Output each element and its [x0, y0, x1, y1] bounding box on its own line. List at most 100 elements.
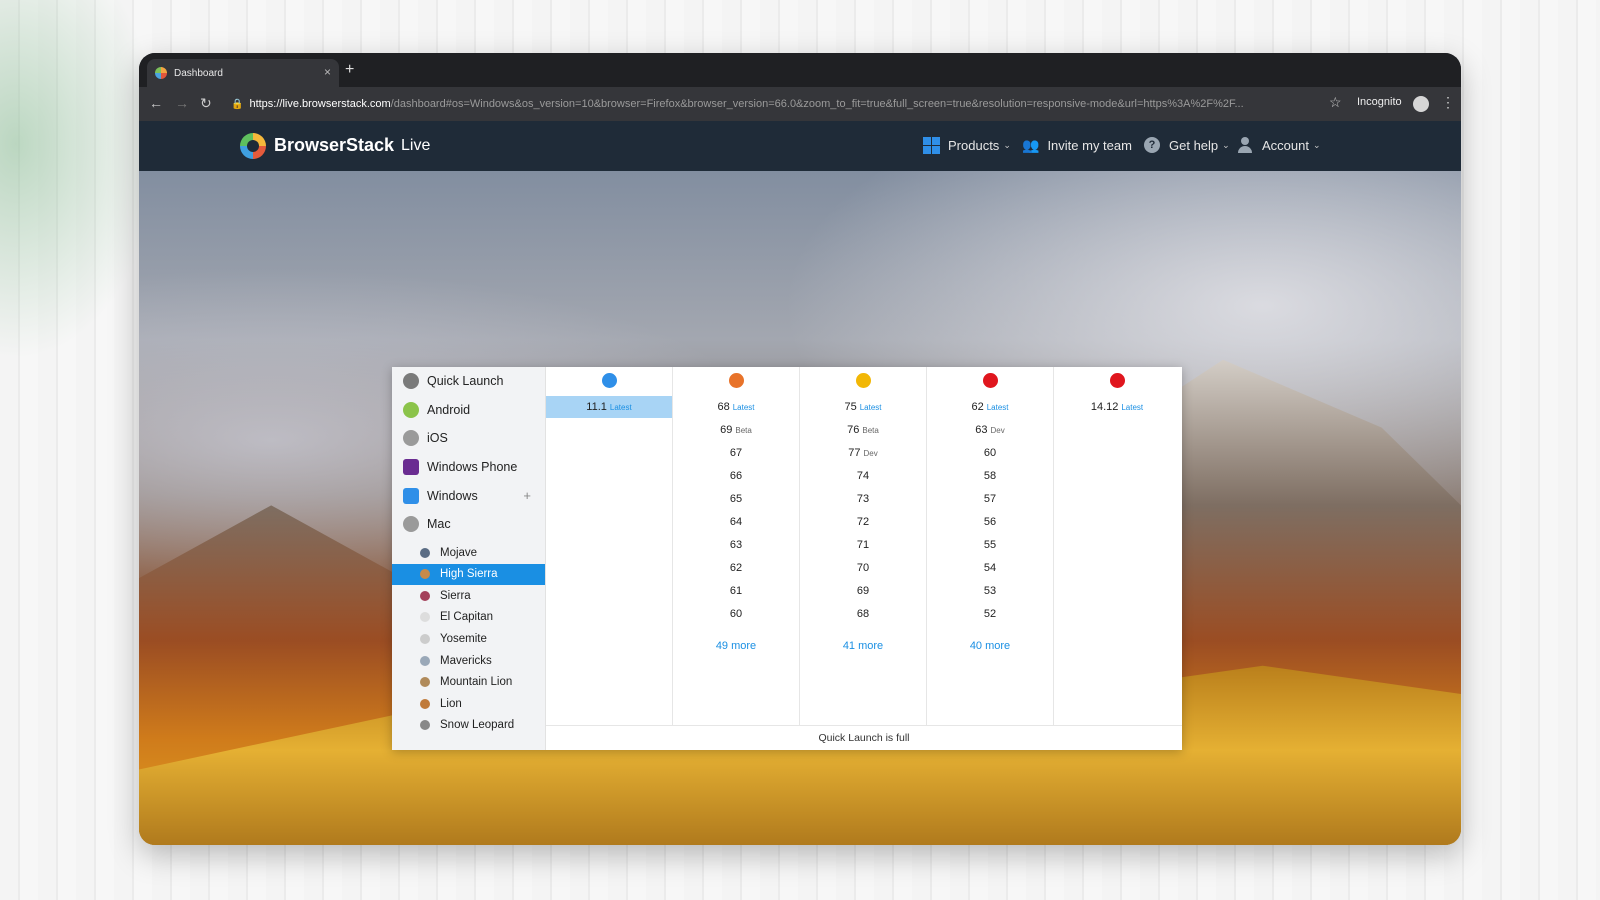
version-tag: Latest [986, 403, 1009, 412]
browser-version-chrome[interactable]: 77 Dev [800, 442, 926, 464]
mac-version-label: Yosemite [440, 632, 487, 645]
mac-version-mountain-lion[interactable]: Mountain Lion [392, 672, 545, 693]
mac-version-mavericks[interactable]: Mavericks [392, 650, 545, 671]
browser-version-chrome[interactable]: 72 [800, 511, 926, 533]
browser-version-chrome[interactable]: 73 [800, 488, 926, 510]
browser-version-firefox[interactable]: 60 [673, 603, 799, 625]
mac-version-high-sierra[interactable]: High Sierra [392, 563, 545, 585]
os-item-label: Android [427, 403, 471, 417]
mac-version-snow-leopard[interactable]: Snow Leopard [392, 715, 545, 736]
os-item-mac[interactable]: Mac [392, 510, 545, 538]
more-versions-link[interactable]: 49 more [673, 640, 799, 652]
bookmark-star-icon[interactable]: ☆ [1329, 94, 1342, 111]
version-number: 67 [729, 447, 743, 459]
version-number: 75 [844, 401, 857, 413]
browser-version-chrome[interactable]: 68 [800, 603, 926, 625]
browser-version-opera[interactable]: 58 [927, 465, 1053, 487]
reload-icon[interactable]: ↻ [200, 95, 212, 112]
browser-version-opera[interactable]: 63 Dev [927, 419, 1053, 441]
browser-version-opera[interactable]: 62 Latest [927, 396, 1053, 418]
nav-help-label: Get help [1169, 137, 1219, 153]
browser-version-opera[interactable]: 60 [927, 442, 1053, 464]
new-tab-button[interactable]: + [345, 61, 354, 79]
browser-version-opera[interactable]: 52 [927, 603, 1053, 625]
browser-version-chrome[interactable]: 76 Beta [800, 419, 926, 441]
browser-version-opera[interactable]: 54 [927, 557, 1053, 579]
browser-version-firefox[interactable]: 61 [673, 580, 799, 602]
nav-account[interactable]: Account ⌄ [1238, 137, 1321, 153]
mac-version-sierra[interactable]: Sierra [392, 585, 545, 606]
browser-version-chrome[interactable]: 74 [800, 465, 926, 487]
browser-version-opera[interactable]: 57 [927, 488, 1053, 510]
browser-version-chrome[interactable]: 71 [800, 534, 926, 556]
version-number: 68 [856, 608, 870, 620]
browser-window: Dashboard × + ← → ↻ 🔒 https://live.browse… [139, 53, 1461, 845]
mac-version-lion[interactable]: Lion [392, 693, 545, 714]
browser-version-firefox[interactable]: 69 Beta [673, 419, 799, 441]
nav-help[interactable]: ? Get help ⌄ [1144, 137, 1230, 153]
nav-products[interactable]: Products ⌄ [923, 137, 1011, 154]
expand-plus-icon[interactable]: + [523, 488, 531, 503]
browser-version-chrome[interactable]: 70 [800, 557, 926, 579]
forward-icon[interactable]: → [175, 95, 189, 111]
version-tag: Latest [609, 403, 632, 412]
user-icon [1238, 137, 1252, 153]
more-versions-link[interactable]: 40 more [927, 640, 1053, 652]
browserstack-logo-icon[interactable] [240, 133, 266, 159]
mac-version-label: Lion [440, 697, 462, 710]
browser-version-opera[interactable]: 53 [927, 580, 1053, 602]
macos-version-icon [420, 547, 430, 558]
version-number: 73 [856, 493, 870, 505]
browser-version-chrome[interactable]: 75 Latest [800, 396, 926, 418]
version-number: 11.1 [586, 401, 607, 413]
url-field[interactable]: 🔒 https://live.browserstack.com/dashboard… [231, 92, 1461, 116]
tab-title: Dashboard [174, 67, 223, 79]
macos-version-icon [420, 677, 430, 688]
mac-version-label: Mountain Lion [440, 676, 513, 689]
url-host: https://live.browserstack.com [249, 98, 391, 110]
incognito-icon[interactable] [1413, 96, 1429, 112]
browser-version-firefox[interactable]: 66 [673, 465, 799, 487]
browser-version-safari[interactable]: 11.1 Latest [546, 396, 672, 418]
windows-icon [403, 488, 419, 504]
browser-version-opera[interactable]: 55 [927, 534, 1053, 556]
version-number: 55 [983, 539, 997, 551]
os-item-android[interactable]: Android [392, 396, 545, 424]
browser-version-firefox[interactable]: 62 [673, 557, 799, 579]
version-number: 60 [983, 447, 997, 459]
more-versions-link[interactable]: 41 more [800, 640, 926, 652]
mac-version-mojave[interactable]: Mojave [392, 542, 545, 563]
browser-version-firefox[interactable]: 65 [673, 488, 799, 510]
browser-menu-icon[interactable]: ⋮ [1441, 94, 1455, 111]
browser-version-firefox[interactable]: 68 Latest [673, 396, 799, 418]
browser-version-firefox[interactable]: 64 [673, 511, 799, 533]
os-item-label: iOS [427, 431, 448, 445]
os-item-quick-launch[interactable]: Quick Launch [392, 367, 545, 395]
version-number: 63 [729, 539, 743, 551]
back-icon[interactable]: ← [149, 95, 163, 111]
version-number: 64 [729, 516, 743, 528]
nav-invite[interactable]: 👥 Invite my team [1022, 137, 1132, 154]
brand-product[interactable]: Live [401, 137, 430, 155]
version-number: 74 [856, 470, 870, 482]
browser-version-yandex[interactable]: 14.12 Latest [1054, 396, 1180, 418]
browserstack-header: BrowserStack Live Products ⌄ 👥 Invite my … [139, 121, 1461, 171]
mac-version-yosemite[interactable]: Yosemite [392, 628, 545, 649]
browser-version-firefox[interactable]: 63 [673, 534, 799, 556]
version-number: 58 [983, 470, 997, 482]
os-item-windows-phone[interactable]: Windows Phone [392, 453, 545, 481]
brand-name[interactable]: BrowserStack [274, 135, 394, 156]
opera-icon [983, 373, 998, 388]
version-tag: Dev [863, 449, 878, 458]
os-item-ios[interactable]: iOS [392, 424, 545, 452]
tab-dashboard[interactable]: Dashboard × [147, 59, 339, 87]
mac-version-el-capitan[interactable]: El Capitan [392, 607, 545, 628]
mac-version-label: Snow Leopard [440, 719, 515, 732]
close-tab-icon[interactable]: × [324, 65, 331, 79]
browser-version-firefox[interactable]: 67 [673, 442, 799, 464]
browser-version-opera[interactable]: 56 [927, 511, 1053, 533]
high-sierra-wallpaper: Quick Launch Android iOS Windows Phone Windo… [139, 171, 1461, 845]
os-item-windows[interactable]: Windows + [392, 482, 545, 510]
browser-version-chrome[interactable]: 69 [800, 580, 926, 602]
chevron-down-icon: ⌄ [1312, 139, 1321, 150]
